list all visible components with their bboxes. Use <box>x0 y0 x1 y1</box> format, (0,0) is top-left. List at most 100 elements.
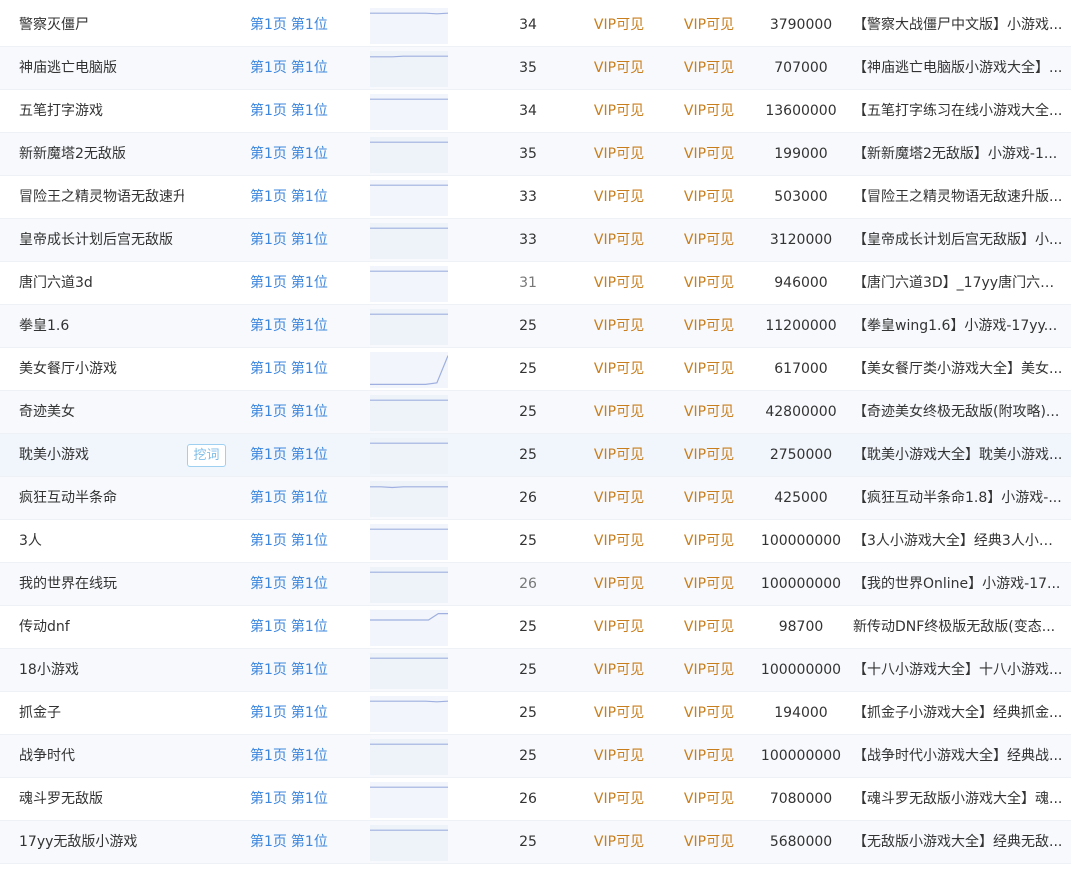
page-title-cell[interactable]: 【耽美小游戏大全】耽美小游戏... <box>853 434 1063 477</box>
rank-position-link[interactable]: 第1页 第1位 <box>250 133 360 176</box>
rank-position-link[interactable]: 第1页 第1位 <box>250 606 360 649</box>
keyword-cell[interactable]: 18小游戏 <box>19 649 184 692</box>
dig-words-button[interactable]: 挖词 <box>187 444 226 467</box>
vip-only-link[interactable]: VIP可见 <box>670 305 748 348</box>
vip-only-link[interactable]: VIP可见 <box>670 821 748 864</box>
page-title-cell[interactable]: 【抓金子小游戏大全】经典抓金... <box>853 692 1063 735</box>
keyword-cell[interactable]: 战争时代 <box>19 735 184 778</box>
vip-only-link[interactable]: VIP可见 <box>580 821 658 864</box>
page-title-cell[interactable]: 【冒险王之精灵物语无敌速升版... <box>853 176 1063 219</box>
vip-only-link[interactable]: VIP可见 <box>670 391 748 434</box>
rank-position-link[interactable]: 第1页 第1位 <box>250 391 360 434</box>
page-title-cell[interactable]: 【魂斗罗无敌版小游戏大全】魂... <box>853 778 1063 821</box>
vip-only-link[interactable]: VIP可见 <box>670 47 748 90</box>
page-title-cell[interactable]: 【美女餐厅类小游戏大全】美女... <box>853 348 1063 391</box>
vip-only-link[interactable]: VIP可见 <box>580 778 658 821</box>
rank-position-link[interactable]: 第1页 第1位 <box>250 692 360 735</box>
vip-only-link[interactable]: VIP可见 <box>670 176 748 219</box>
rank-position-link[interactable]: 第1页 第1位 <box>250 520 360 563</box>
page-title-cell[interactable]: 新传动DNF终极版无敌版(变态... <box>853 606 1063 649</box>
page-title-cell[interactable]: 【3人小游戏大全】经典3人小游... <box>853 520 1063 563</box>
keyword-cell[interactable]: 拳皇1.6 <box>19 305 184 348</box>
vip-only-link[interactable]: VIP可见 <box>670 219 748 262</box>
vip-only-link[interactable]: VIP可见 <box>580 692 658 735</box>
vip-only-link[interactable]: VIP可见 <box>670 262 748 305</box>
vip-only-link[interactable]: VIP可见 <box>580 90 658 133</box>
keyword-cell[interactable]: 3人 <box>19 520 184 563</box>
keyword-cell[interactable]: 疯狂互动半条命 <box>19 477 184 520</box>
vip-only-link[interactable]: VIP可见 <box>580 262 658 305</box>
vip-only-link[interactable]: VIP可见 <box>670 434 748 477</box>
rank-position-link[interactable]: 第1页 第1位 <box>250 735 360 778</box>
vip-only-link[interactable]: VIP可见 <box>670 477 748 520</box>
keyword-cell[interactable]: 警察灭僵尸 <box>19 4 184 47</box>
vip-only-link[interactable]: VIP可见 <box>580 219 658 262</box>
vip-only-link[interactable]: VIP可见 <box>580 563 658 606</box>
rank-position-link[interactable]: 第1页 第1位 <box>250 821 360 864</box>
page-title-cell[interactable]: 【神庙逃亡电脑版小游戏大全】... <box>853 47 1063 90</box>
vip-only-link[interactable]: VIP可见 <box>580 47 658 90</box>
keyword-cell[interactable]: 传动dnf <box>19 606 184 649</box>
rank-position-link[interactable]: 第1页 第1位 <box>250 649 360 692</box>
vip-only-link[interactable]: VIP可见 <box>670 735 748 778</box>
vip-only-link[interactable]: VIP可见 <box>670 649 748 692</box>
rank-position-link[interactable]: 第1页 第1位 <box>250 90 360 133</box>
rank-position-link[interactable]: 第1页 第1位 <box>250 219 360 262</box>
vip-only-link[interactable]: VIP可见 <box>580 391 658 434</box>
rank-position-link[interactable]: 第1页 第1位 <box>250 262 360 305</box>
page-title-cell[interactable]: 【五笔打字练习在线小游戏大全... <box>853 90 1063 133</box>
keyword-cell[interactable]: 魂斗罗无敌版 <box>19 778 184 821</box>
vip-only-link[interactable]: VIP可见 <box>670 133 748 176</box>
page-title-cell[interactable]: 【奇迹美女终极无敌版(附攻略)... <box>853 391 1063 434</box>
vip-only-link[interactable]: VIP可见 <box>580 305 658 348</box>
vip-only-link[interactable]: VIP可见 <box>580 606 658 649</box>
keyword-cell[interactable]: 耽美小游戏 <box>19 434 184 477</box>
vip-only-link[interactable]: VIP可见 <box>580 520 658 563</box>
vip-only-link[interactable]: VIP可见 <box>580 735 658 778</box>
page-title-cell[interactable]: 【我的世界Online】小游戏-17... <box>853 563 1063 606</box>
rank-position-link[interactable]: 第1页 第1位 <box>250 434 360 477</box>
vip-only-link[interactable]: VIP可见 <box>580 477 658 520</box>
rank-position-link[interactable]: 第1页 第1位 <box>250 176 360 219</box>
vip-only-link[interactable]: VIP可见 <box>580 176 658 219</box>
rank-position-link[interactable]: 第1页 第1位 <box>250 4 360 47</box>
page-title-cell[interactable]: 【皇帝成长计划后宫无敌版】小... <box>853 219 1063 262</box>
keyword-cell[interactable]: 新新魔塔2无敌版 <box>19 133 184 176</box>
vip-only-link[interactable]: VIP可见 <box>580 348 658 391</box>
page-title-cell[interactable]: 【疯狂互动半条命1.8】小游戏-... <box>853 477 1063 520</box>
vip-only-link[interactable]: VIP可见 <box>580 4 658 47</box>
vip-only-link[interactable]: VIP可见 <box>670 692 748 735</box>
vip-only-link[interactable]: VIP可见 <box>580 133 658 176</box>
page-title-cell[interactable]: 【无敌版小游戏大全】经典无敌... <box>853 821 1063 864</box>
page-title-cell[interactable]: 【十八小游戏大全】十八小游戏... <box>853 649 1063 692</box>
page-title-cell[interactable]: 【唐门六道3D】_17yy唐门六道... <box>853 262 1063 305</box>
vip-only-link[interactable]: VIP可见 <box>670 606 748 649</box>
page-title-cell[interactable]: 【战争时代小游戏大全】经典战... <box>853 735 1063 778</box>
vip-only-link[interactable]: VIP可见 <box>670 778 748 821</box>
rank-position-link[interactable]: 第1页 第1位 <box>250 778 360 821</box>
rank-position-link[interactable]: 第1页 第1位 <box>250 563 360 606</box>
keyword-cell[interactable]: 美女餐厅小游戏 <box>19 348 184 391</box>
page-title-cell[interactable]: 【拳皇wing1.6】小游戏-17yy... <box>853 305 1063 348</box>
vip-only-link[interactable]: VIP可见 <box>670 4 748 47</box>
vip-only-link[interactable]: VIP可见 <box>670 520 748 563</box>
rank-position-link[interactable]: 第1页 第1位 <box>250 47 360 90</box>
vip-only-link[interactable]: VIP可见 <box>580 434 658 477</box>
keyword-cell[interactable]: 皇帝成长计划后宫无敌版 <box>19 219 184 262</box>
keyword-cell[interactable]: 冒险王之精灵物语无敌速升版 <box>19 176 184 219</box>
rank-position-link[interactable]: 第1页 第1位 <box>250 477 360 520</box>
keyword-cell[interactable]: 唐门六道3d <box>19 262 184 305</box>
keyword-cell[interactable]: 17yy无敌版小游戏 <box>19 821 184 864</box>
keyword-cell[interactable]: 神庙逃亡电脑版 <box>19 47 184 90</box>
keyword-cell[interactable]: 五笔打字游戏 <box>19 90 184 133</box>
vip-only-link[interactable]: VIP可见 <box>670 348 748 391</box>
rank-position-link[interactable]: 第1页 第1位 <box>250 305 360 348</box>
vip-only-link[interactable]: VIP可见 <box>580 649 658 692</box>
vip-only-link[interactable]: VIP可见 <box>670 563 748 606</box>
keyword-cell[interactable]: 抓金子 <box>19 692 184 735</box>
vip-only-link[interactable]: VIP可见 <box>670 90 748 133</box>
keyword-cell[interactable]: 我的世界在线玩 <box>19 563 184 606</box>
rank-position-link[interactable]: 第1页 第1位 <box>250 348 360 391</box>
page-title-cell[interactable]: 【警察大战僵尸中文版】小游戏... <box>853 4 1063 47</box>
keyword-cell[interactable]: 奇迹美女 <box>19 391 184 434</box>
